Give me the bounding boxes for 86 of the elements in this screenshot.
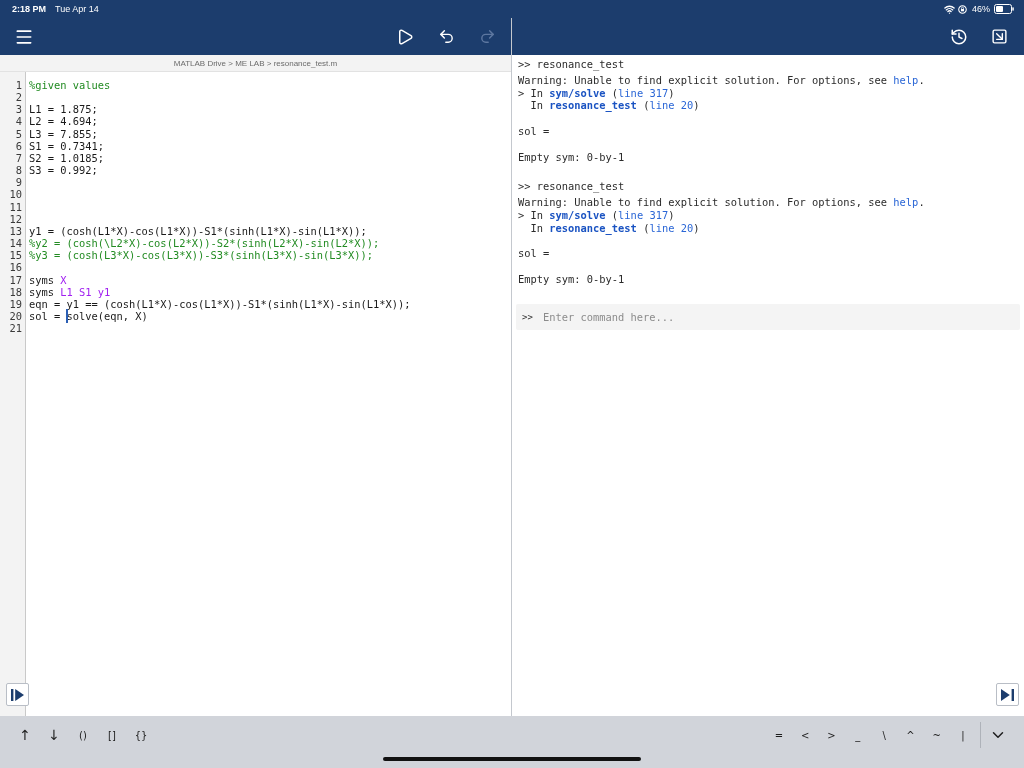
warning-message: Warning: Unable to find explicit solution. For options, see help. (518, 73, 925, 87)
line-number: 15 (9, 249, 22, 262)
function-link[interactable]: sym/solve (549, 208, 606, 221)
accessory-key[interactable]: ~ (926, 721, 947, 749)
accessory-key[interactable]: | (953, 721, 973, 749)
stack-trace-line: > In sym/solve (line 317) (518, 86, 675, 100)
line-number: 5 (15, 127, 22, 140)
function-link[interactable]: resonance_test (549, 221, 637, 234)
play-bar-icon (1001, 688, 1014, 701)
output-text: Empty sym: 0-by-1 (518, 272, 625, 286)
wifi-icon (944, 3, 955, 15)
file-path: MATLAB Drive > ME LAB > resonance_test.m (173, 58, 338, 68)
accessory-key[interactable]: < (795, 721, 816, 749)
line-number: 20 (9, 309, 22, 323)
line-number: 19 (9, 297, 22, 310)
line-number: 13 (9, 224, 22, 238)
line-number: 16 (9, 261, 22, 274)
accessory-key[interactable]: ↓ (44, 721, 64, 749)
accessory-key[interactable]: ^ (900, 721, 921, 749)
command-echo: >> resonance_test (518, 57, 625, 71)
undo-icon (437, 28, 455, 45)
code-line: L1 = 1.875; (29, 103, 98, 116)
run-section-button[interactable] (6, 683, 29, 706)
hyperlink[interactable]: line 20 (649, 221, 694, 234)
code-line: S2 = 1.0185; (29, 151, 105, 165)
battery-percent: 46% (972, 4, 990, 14)
stack-trace-line: > In sym/solve (line 317) (518, 208, 675, 222)
line-number: 11 (9, 200, 22, 213)
line-number: 4 (15, 115, 22, 128)
output-text: sol = (518, 247, 550, 261)
code-line: L3 = 7.855; (29, 127, 98, 140)
code-line: %y2 = (cosh(\L2*X)-cos(L2*X))-S2*(sinh(L2*X)-sin(L2*X)); (29, 237, 380, 250)
code-line: y1 = (cosh(L1*X)-cos(L1*X))-S1*(sinh(L1*X)-sin(L1*X)); (29, 224, 367, 238)
accessory-key[interactable]: \ (874, 721, 895, 749)
history-icon (950, 27, 968, 46)
line-number: 8 (15, 164, 22, 177)
bar-play-icon (11, 688, 24, 701)
battery-icon (994, 4, 1014, 14)
line-number: 7 (15, 151, 22, 165)
line-number: 10 (9, 188, 22, 201)
rotation-lock-icon (958, 4, 967, 14)
code-line: eqn = y1 == (cosh(L1*X)-cos(L1*X))-S1*(sinh(L1*X)-sin(L1*X)); (29, 297, 411, 310)
line-number: 3 (15, 103, 22, 116)
stack-trace-line: In resonance_test (line 20) (529, 99, 700, 113)
stack-trace-line: In resonance_test (line 20) (529, 221, 700, 235)
warning-message: Warning: Unable to find explicit solution. For options, see help. (518, 196, 925, 209)
line-number: 21 (9, 322, 22, 335)
accessory-key[interactable]: {} (131, 721, 151, 749)
output-text: sol = (518, 125, 550, 138)
hyperlink[interactable]: line 317 (618, 208, 669, 221)
accessory-key[interactable]: () (73, 721, 93, 749)
line-number: 1 (15, 79, 22, 92)
accessory-key[interactable]: = (768, 721, 789, 749)
code-line: syms X (29, 273, 67, 286)
play-icon (396, 27, 414, 46)
accessory-key[interactable]: > (821, 721, 842, 749)
code-line: S1 = 0.7341; (29, 139, 105, 152)
code-line: %y3 = (cosh(L3*X)-cos(L3*X))-S3*(sinh(L3*X)-sin(L3*X)); (29, 249, 374, 262)
prompt-symbol: >> (522, 312, 533, 323)
redo-icon (478, 28, 496, 45)
accessory-key[interactable]: _ (847, 721, 868, 749)
output-text: Empty sym: 0-by-1 (518, 150, 625, 164)
accessory-key[interactable]: [] (102, 721, 122, 749)
line-number: 2 (15, 91, 22, 104)
line-number: 18 (9, 285, 22, 298)
line-number: 12 (9, 212, 22, 225)
status-date: Tue Apr 14 (55, 4, 99, 14)
code-line: S3 = 0.992; (29, 164, 98, 177)
code-line: syms L1 S1 y1 (29, 285, 111, 298)
run-to-end-button[interactable] (996, 683, 1019, 706)
status-time: 2:18 PM (12, 4, 46, 14)
code-line: sol = solve(eqn, X) (29, 309, 148, 323)
line-number: 14 (9, 237, 22, 250)
hyperlink[interactable]: help (893, 73, 919, 86)
line-number: 9 (15, 176, 22, 189)
function-link[interactable]: resonance_test (549, 99, 637, 112)
line-number: 6 (15, 139, 22, 152)
function-link[interactable]: sym/solve (549, 86, 606, 99)
code-line: %given values (29, 79, 111, 92)
accessory-key[interactable]: ↑ (15, 721, 35, 749)
line-number: 17 (9, 273, 22, 286)
code-line: L2 = 4.694; (29, 115, 98, 128)
command-echo: >> resonance_test (518, 179, 625, 193)
hyperlink[interactable]: line 20 (649, 99, 694, 112)
hyperlink[interactable]: line 317 (618, 86, 669, 99)
hyperlink[interactable]: help (893, 196, 919, 209)
